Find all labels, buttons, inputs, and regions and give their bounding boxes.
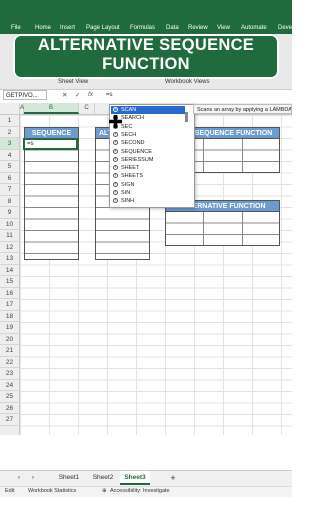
banner-title-line1: ALTERNATIVE SEQUENCE xyxy=(37,36,255,54)
cancel-icon[interactable]: ✕ xyxy=(62,91,67,99)
sheet-tab-2[interactable]: Sheet2 xyxy=(87,471,119,485)
function-icon: f xyxy=(113,165,118,171)
row-header[interactable]: 10 xyxy=(0,219,19,230)
menu-insert[interactable]: Insert xyxy=(60,25,75,31)
row-header[interactable]: 2 xyxy=(0,127,19,138)
autocomplete-item-label: SINH xyxy=(121,198,135,205)
function-icon: f xyxy=(113,156,118,162)
row-header[interactable]: 1 xyxy=(0,115,19,127)
select-all-corner[interactable] xyxy=(0,103,20,114)
autocomplete-item-label: SECH xyxy=(121,131,137,138)
row-header[interactable]: 18 xyxy=(0,311,19,322)
row-header[interactable]: 11 xyxy=(0,230,19,242)
banner-title-line2: FUNCTION xyxy=(102,55,190,73)
formula-input[interactable]: =s xyxy=(106,90,113,100)
banner-title: ALTERNATIVE SEQUENCE FUNCTION xyxy=(13,36,279,74)
row-header[interactable]: 24 xyxy=(0,380,19,391)
column-header-b[interactable]: B xyxy=(24,103,79,114)
autocomplete-item[interactable]: f SIN xyxy=(111,189,185,197)
add-sheet-button[interactable]: + xyxy=(165,471,181,485)
insert-function-icon[interactable]: fx xyxy=(88,91,93,98)
autocomplete-item-label: SHEET xyxy=(121,165,140,172)
accessibility-icon: ⊕ xyxy=(102,488,107,494)
autocomplete-scrollbar[interactable] xyxy=(185,112,188,122)
row-header[interactable]: 8 xyxy=(0,196,19,207)
menu-automate[interactable]: Automate xyxy=(241,25,267,31)
menu-review[interactable]: Review xyxy=(188,25,208,31)
enter-icon[interactable]: ✓ xyxy=(75,91,80,99)
autocomplete-item-label: SEARCH xyxy=(121,115,144,122)
autocomplete-item[interactable]: f SECH xyxy=(111,131,185,139)
bottom-margin xyxy=(0,497,292,520)
name-box[interactable]: GETPIVO... xyxy=(3,90,47,100)
autocomplete-item[interactable]: f SINH xyxy=(111,197,185,205)
menu-bar: File Home Insert Page Layout Formulas Da… xyxy=(0,0,292,34)
status-mode: Edit xyxy=(5,488,15,494)
autocomplete-item[interactable]: f SERIESSUM xyxy=(111,156,185,164)
autocomplete-item-label: SIGN xyxy=(121,181,135,188)
function-icon: f xyxy=(113,181,118,187)
sheet-tab-1[interactable]: Sheet1 xyxy=(53,471,85,485)
autocomplete-item[interactable]: f SEQUENCE xyxy=(111,148,185,156)
previous-sheet-icon[interactable]: ‹ xyxy=(14,471,24,485)
row-header[interactable]: 16 xyxy=(0,288,19,299)
column-header-c[interactable]: C xyxy=(79,103,95,114)
row-header[interactable]: 6 xyxy=(0,173,19,184)
menu-formulas[interactable]: Formulas xyxy=(130,25,155,31)
ribbon-group-sheet-view: Sheet View xyxy=(58,79,89,85)
row-header[interactable]: 17 xyxy=(0,299,19,311)
function-icon: f xyxy=(113,173,118,179)
active-cell-b3[interactable]: =s xyxy=(23,138,78,150)
row-header-bar: 1 2 3 4 5 6 7 8 9 10 11 12 13 14 15 16 1… xyxy=(0,115,20,435)
row-header[interactable]: 13 xyxy=(0,253,19,265)
menu-home[interactable]: Home xyxy=(35,25,51,31)
row-header[interactable]: 23 xyxy=(0,368,19,380)
autocomplete-item-label: SCAN xyxy=(121,107,137,113)
row-header[interactable]: 14 xyxy=(0,265,19,276)
autocomplete-item-label: SERIESSUM xyxy=(121,156,154,163)
autocomplete-item-label: SEQUENCE xyxy=(121,148,152,155)
row-header[interactable]: 4 xyxy=(0,150,19,161)
sequence-table[interactable] xyxy=(24,138,79,260)
function-icon: f xyxy=(113,140,118,146)
row-header[interactable]: 22 xyxy=(0,357,19,368)
row-header[interactable]: 27 xyxy=(0,414,19,426)
function-icon: f xyxy=(113,148,118,154)
autocomplete-item[interactable]: f SECOND xyxy=(111,139,185,147)
accessibility-status-button[interactable]: Accessibility: Investigate xyxy=(110,487,170,495)
autocomplete-item[interactable]: f SIGN xyxy=(111,181,185,189)
menu-file[interactable]: File xyxy=(11,25,21,31)
autocomplete-item-label: SECOND xyxy=(121,140,145,147)
row-header[interactable]: 5 xyxy=(0,161,19,173)
mouse-cursor-icon: ✚ xyxy=(108,112,124,132)
function-icon: f xyxy=(113,198,118,204)
row-header[interactable]: 7 xyxy=(0,184,19,196)
row-header[interactable]: 19 xyxy=(0,322,19,334)
function-icon: f xyxy=(113,190,118,195)
menu-view[interactable]: View xyxy=(217,25,230,31)
next-sheet-icon[interactable]: › xyxy=(28,471,38,485)
workbook-statistics-button[interactable]: Workbook Statistics xyxy=(28,487,76,495)
row-header[interactable]: 3 xyxy=(0,138,19,150)
function-icon: f xyxy=(113,131,118,137)
menu-data[interactable]: Data xyxy=(166,25,179,31)
menu-developer[interactable]: Deve xyxy=(278,25,292,31)
row-header[interactable]: 9 xyxy=(0,207,19,219)
alternative-function-table[interactable] xyxy=(165,211,280,246)
row-header[interactable]: 15 xyxy=(0,276,19,288)
row-header[interactable]: 21 xyxy=(0,345,19,357)
autocomplete-item-label: SHEETS xyxy=(121,173,144,180)
menu-page-layout[interactable]: Page Layout xyxy=(86,25,120,31)
row-header[interactable]: 25 xyxy=(0,391,19,403)
row-header[interactable]: 12 xyxy=(0,242,19,253)
autocomplete-item-label: SIN xyxy=(121,190,131,196)
function-tooltip: Scans an array by applying a LAMBDA xyxy=(193,104,292,114)
autocomplete-item[interactable]: f SHEET xyxy=(111,164,185,172)
row-header[interactable]: 20 xyxy=(0,334,19,345)
ribbon-group-workbook-views: Workbook Views xyxy=(165,79,210,85)
sheet-tab-3[interactable]: Sheet3 xyxy=(120,471,150,485)
autocomplete-item[interactable]: f SHEETS xyxy=(111,172,185,180)
row-header[interactable]: 26 xyxy=(0,403,19,414)
